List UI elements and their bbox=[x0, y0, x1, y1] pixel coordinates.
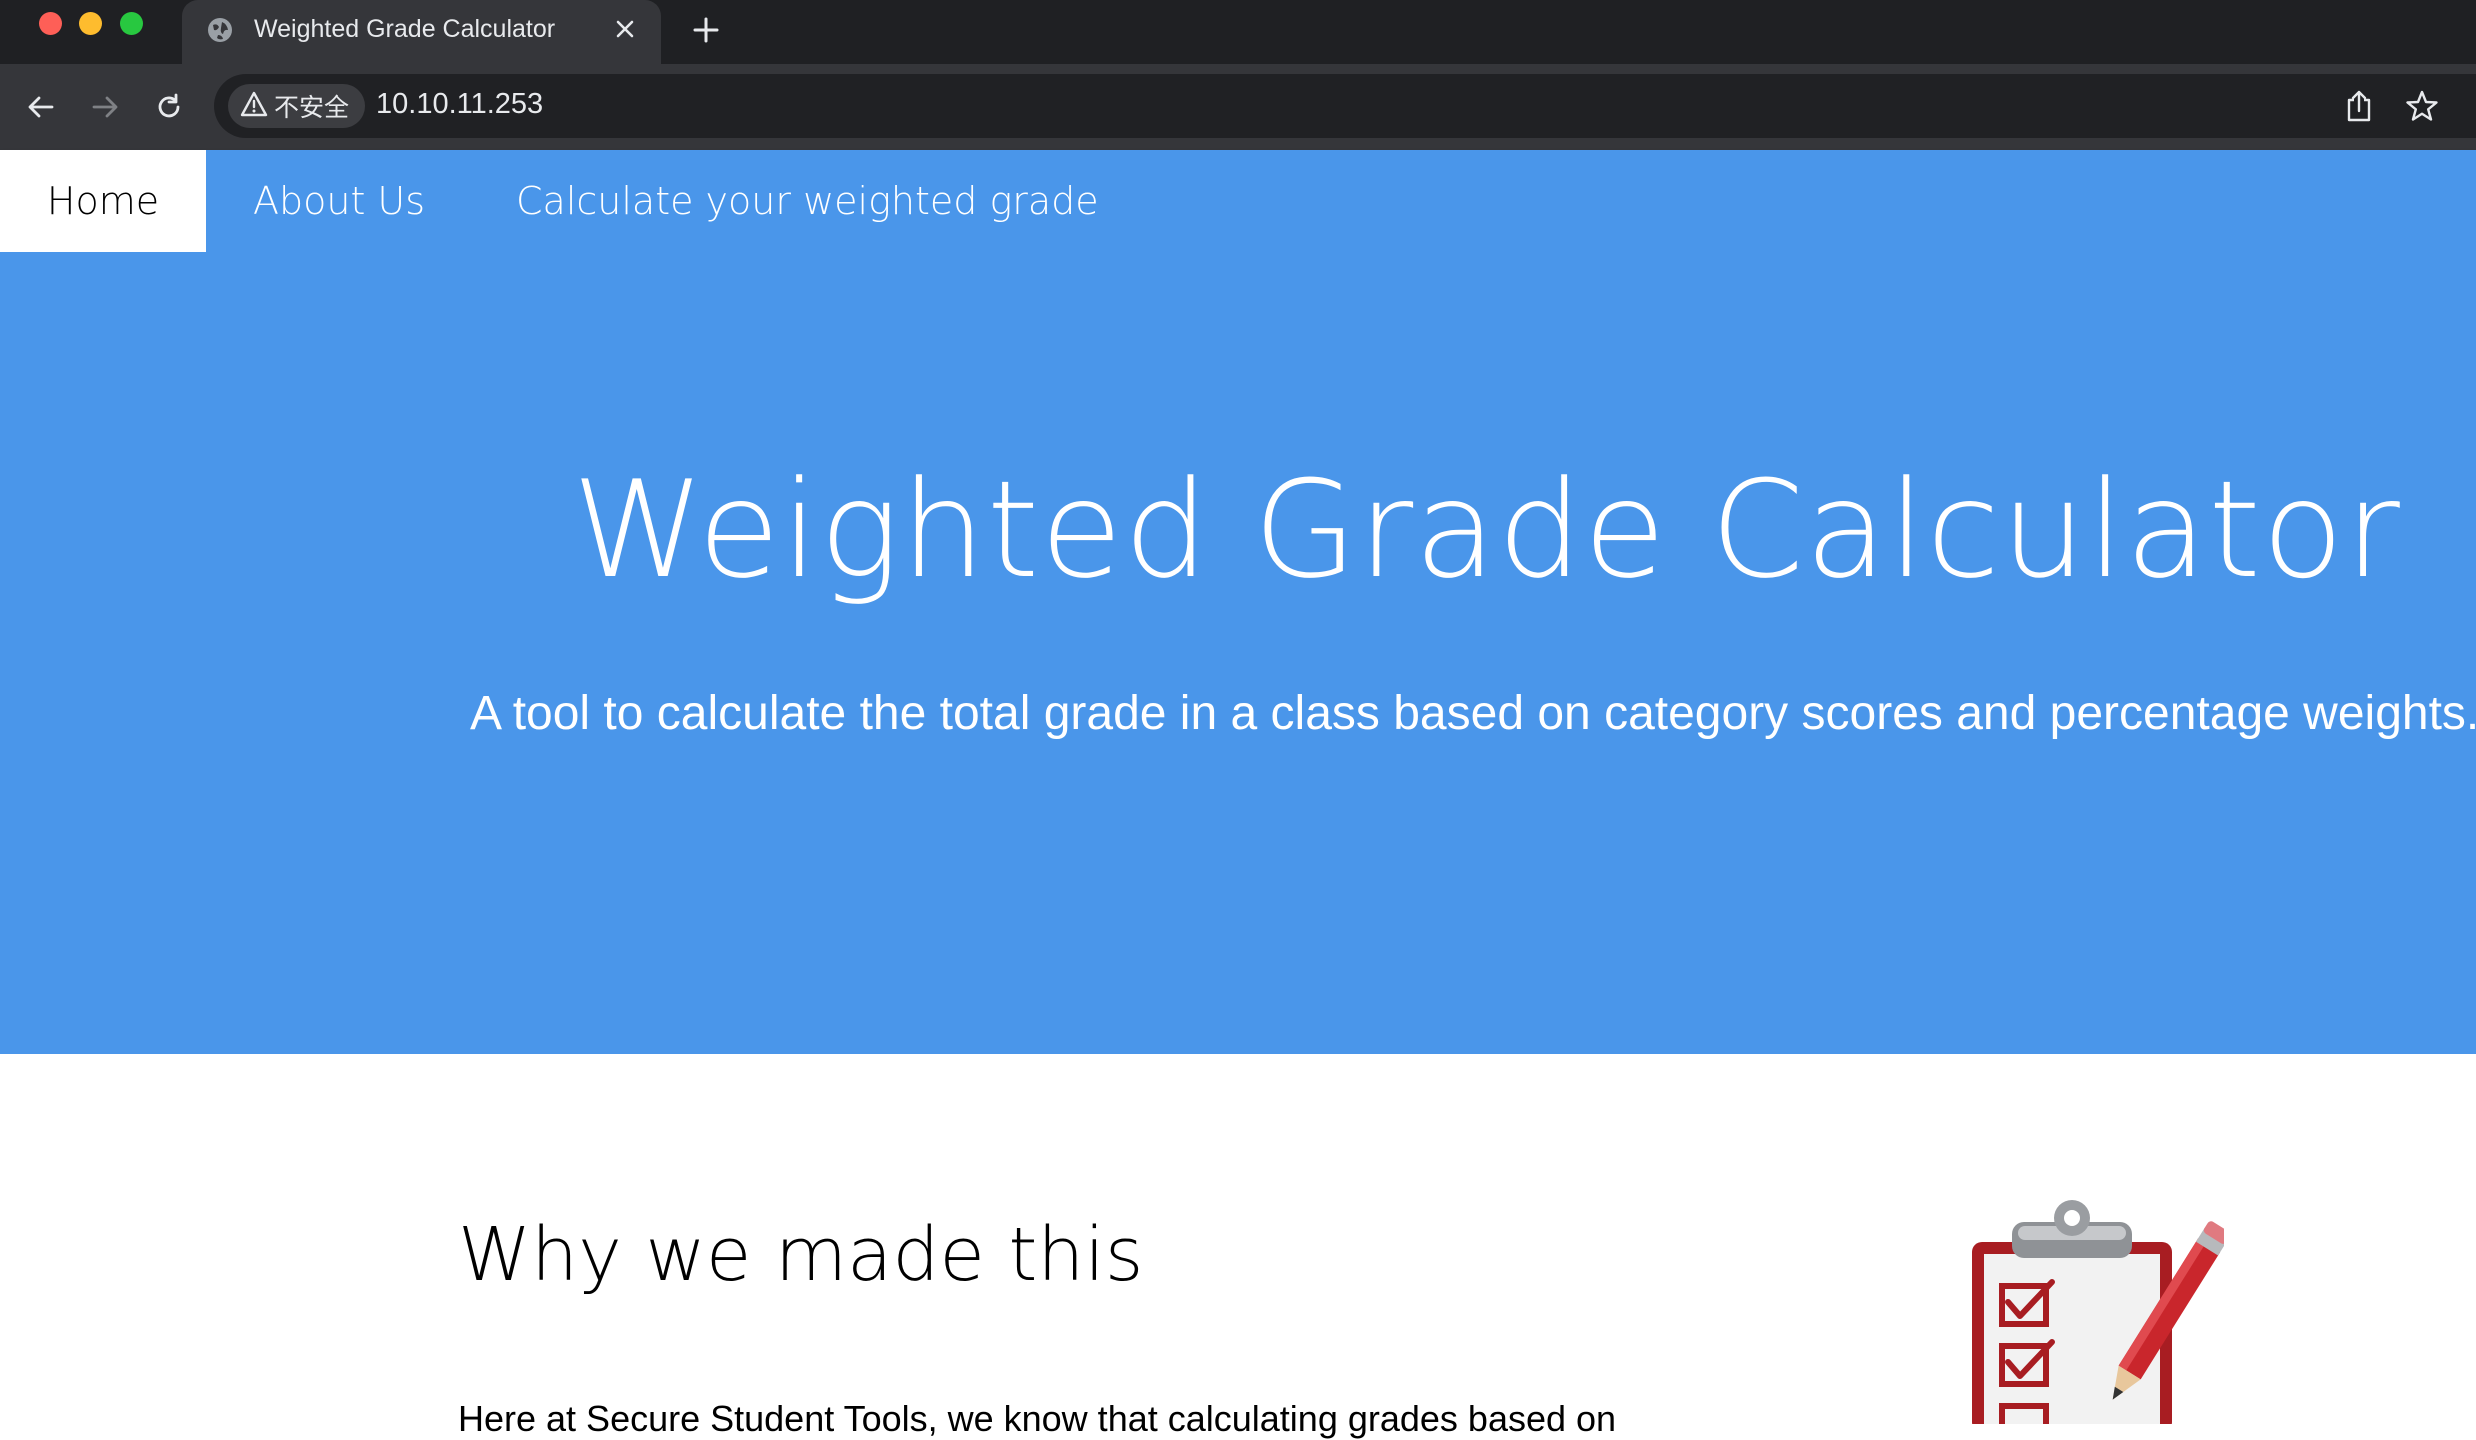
security-indicator[interactable]: 不安全 bbox=[228, 84, 366, 128]
reload-icon[interactable] bbox=[146, 84, 192, 130]
site-nav: Home About Us Calculate your weighted gr… bbox=[0, 150, 2476, 252]
hero-section: Weighted Grade Calculator A tool to calc… bbox=[0, 252, 2476, 1054]
window-zoom-button[interactable] bbox=[120, 12, 143, 35]
why-we-made-this-heading: Why we made this bbox=[458, 1212, 1144, 1298]
nav-about-us-link[interactable]: About Us bbox=[253, 150, 425, 252]
bookmark-star-icon[interactable] bbox=[2400, 84, 2444, 128]
forward-arrow-icon[interactable] bbox=[82, 84, 128, 130]
nav-home-link[interactable]: Home bbox=[0, 150, 206, 252]
back-arrow-icon[interactable] bbox=[18, 84, 64, 130]
hero-title: Weighted Grade Calculator bbox=[572, 452, 2401, 608]
window-close-button[interactable] bbox=[39, 12, 62, 35]
tab-title: Weighted Grade Calculator bbox=[254, 15, 556, 43]
browser-toolbar: 不安全 10.10.11.253 bbox=[0, 64, 2476, 150]
address-bar[interactable]: 不安全 10.10.11.253 bbox=[214, 74, 2476, 138]
nav-calculate-link[interactable]: Calculate your weighted grade bbox=[516, 150, 1099, 252]
intro-paragraph: Here at Secure Student Tools, we know th… bbox=[458, 1398, 1617, 1439]
browser-tab-bar: Weighted Grade Calculator bbox=[0, 0, 2476, 64]
browser-tab-active[interactable]: Weighted Grade Calculator bbox=[182, 0, 661, 64]
warning-triangle-icon bbox=[240, 91, 268, 122]
url-text[interactable]: 10.10.11.253 bbox=[376, 88, 543, 121]
share-icon[interactable] bbox=[2337, 84, 2381, 128]
window-minimize-button[interactable] bbox=[79, 12, 102, 35]
globe-icon bbox=[206, 16, 234, 44]
clipboard-checklist-pencil-icon bbox=[1960, 1188, 2231, 1440]
tab-close-icon[interactable] bbox=[607, 11, 643, 47]
security-label: 不安全 bbox=[274, 93, 350, 122]
hero-subtitle: A tool to calculate the total grade in a… bbox=[470, 687, 2476, 740]
new-tab-plus-icon[interactable] bbox=[686, 10, 726, 50]
